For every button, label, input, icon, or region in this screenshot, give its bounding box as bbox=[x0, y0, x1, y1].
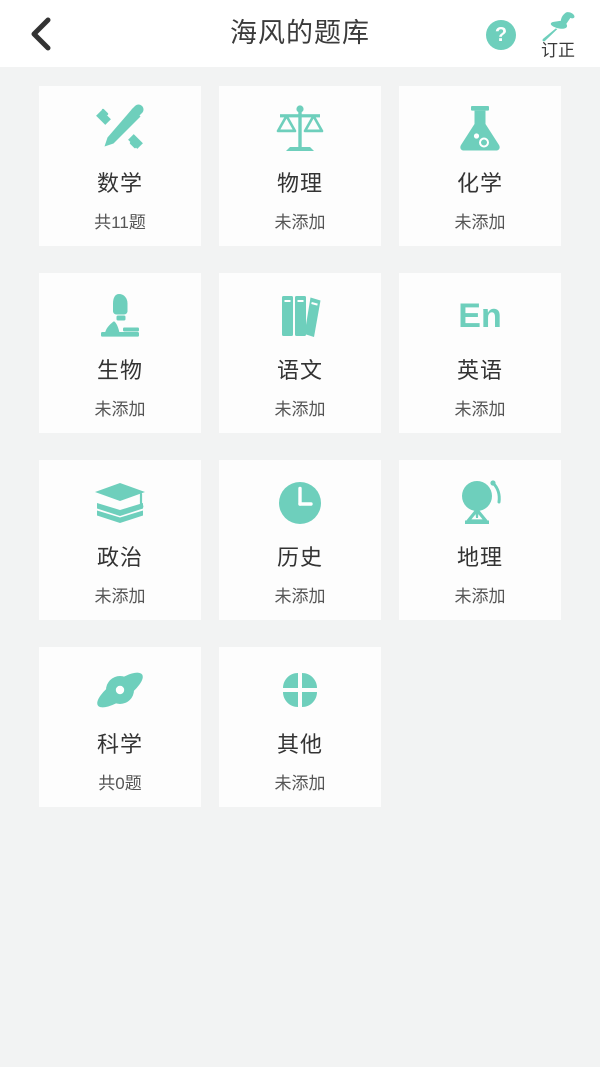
subject-name: 其他 bbox=[276, 732, 323, 757]
subject-card-physics[interactable]: 物理 未添加 bbox=[219, 86, 381, 246]
atom-orbit-icon bbox=[91, 647, 149, 733]
subject-card-chemistry[interactable]: 化学 未添加 bbox=[399, 86, 561, 246]
subject-status: 未添加 bbox=[274, 774, 326, 793]
correction-button[interactable]: 订正 bbox=[530, 11, 586, 60]
subject-name: 物理 bbox=[276, 171, 323, 196]
subject-card-science[interactable]: 科学 共0题 bbox=[39, 647, 201, 807]
subject-card-math[interactable]: 数学 共11题 bbox=[39, 86, 201, 246]
subject-grid: 数学 共11题 物理 未添加 化学 未添加 生物 未添加 语文 未添加 En 英… bbox=[0, 67, 600, 807]
subject-status: 未添加 bbox=[454, 400, 506, 419]
app-header: 海风的题库 ? 订正 bbox=[0, 0, 600, 67]
subject-status: 未添加 bbox=[94, 587, 146, 606]
clock-icon bbox=[271, 460, 329, 546]
subject-card-other[interactable]: 其他 未添加 bbox=[219, 647, 381, 807]
subject-card-politics[interactable]: 政治 未添加 bbox=[39, 460, 201, 620]
subject-status: 未添加 bbox=[454, 587, 506, 606]
header-actions: ? 订正 bbox=[486, 0, 586, 67]
subject-status: 共11题 bbox=[94, 213, 146, 232]
subject-card-chinese[interactable]: 语文 未添加 bbox=[219, 273, 381, 433]
balance-scale-icon bbox=[271, 86, 329, 172]
subject-card-history[interactable]: 历史 未添加 bbox=[219, 460, 381, 620]
flask-icon bbox=[451, 86, 509, 172]
subject-name: 生物 bbox=[96, 358, 143, 383]
pushpin-icon bbox=[541, 11, 575, 42]
subject-status: 共0题 bbox=[98, 774, 142, 793]
en-text-icon: En bbox=[458, 273, 501, 359]
subject-name: 政治 bbox=[96, 545, 143, 570]
subject-status: 未添加 bbox=[274, 587, 326, 606]
four-petal-icon bbox=[271, 647, 329, 733]
globe-stand-icon bbox=[451, 460, 509, 546]
subject-card-english[interactable]: En 英语 未添加 bbox=[399, 273, 561, 433]
subject-card-biology[interactable]: 生物 未添加 bbox=[39, 273, 201, 433]
subject-status: 未添加 bbox=[274, 213, 326, 232]
pencil-ruler-icon bbox=[91, 86, 149, 172]
chevron-left-icon bbox=[29, 17, 51, 51]
subject-name: 科学 bbox=[96, 732, 143, 757]
subject-name: 化学 bbox=[456, 171, 503, 196]
en-text-label: En bbox=[458, 297, 502, 335]
subject-name: 地理 bbox=[456, 545, 503, 570]
help-icon[interactable]: ? bbox=[486, 19, 516, 50]
subject-status: 未添加 bbox=[454, 213, 506, 232]
correction-label: 订正 bbox=[541, 40, 575, 60]
subject-name: 英语 bbox=[456, 358, 503, 383]
subject-status: 未添加 bbox=[274, 400, 326, 419]
subject-status: 未添加 bbox=[94, 400, 146, 419]
graduation-cap-book-icon bbox=[91, 460, 149, 546]
books-icon bbox=[271, 273, 329, 359]
microscope-icon bbox=[91, 273, 149, 359]
subject-name: 语文 bbox=[276, 358, 323, 383]
subject-name: 数学 bbox=[96, 171, 143, 196]
subject-card-geography[interactable]: 地理 未添加 bbox=[399, 460, 561, 620]
back-button[interactable] bbox=[12, 0, 68, 67]
subject-name: 历史 bbox=[276, 545, 323, 570]
